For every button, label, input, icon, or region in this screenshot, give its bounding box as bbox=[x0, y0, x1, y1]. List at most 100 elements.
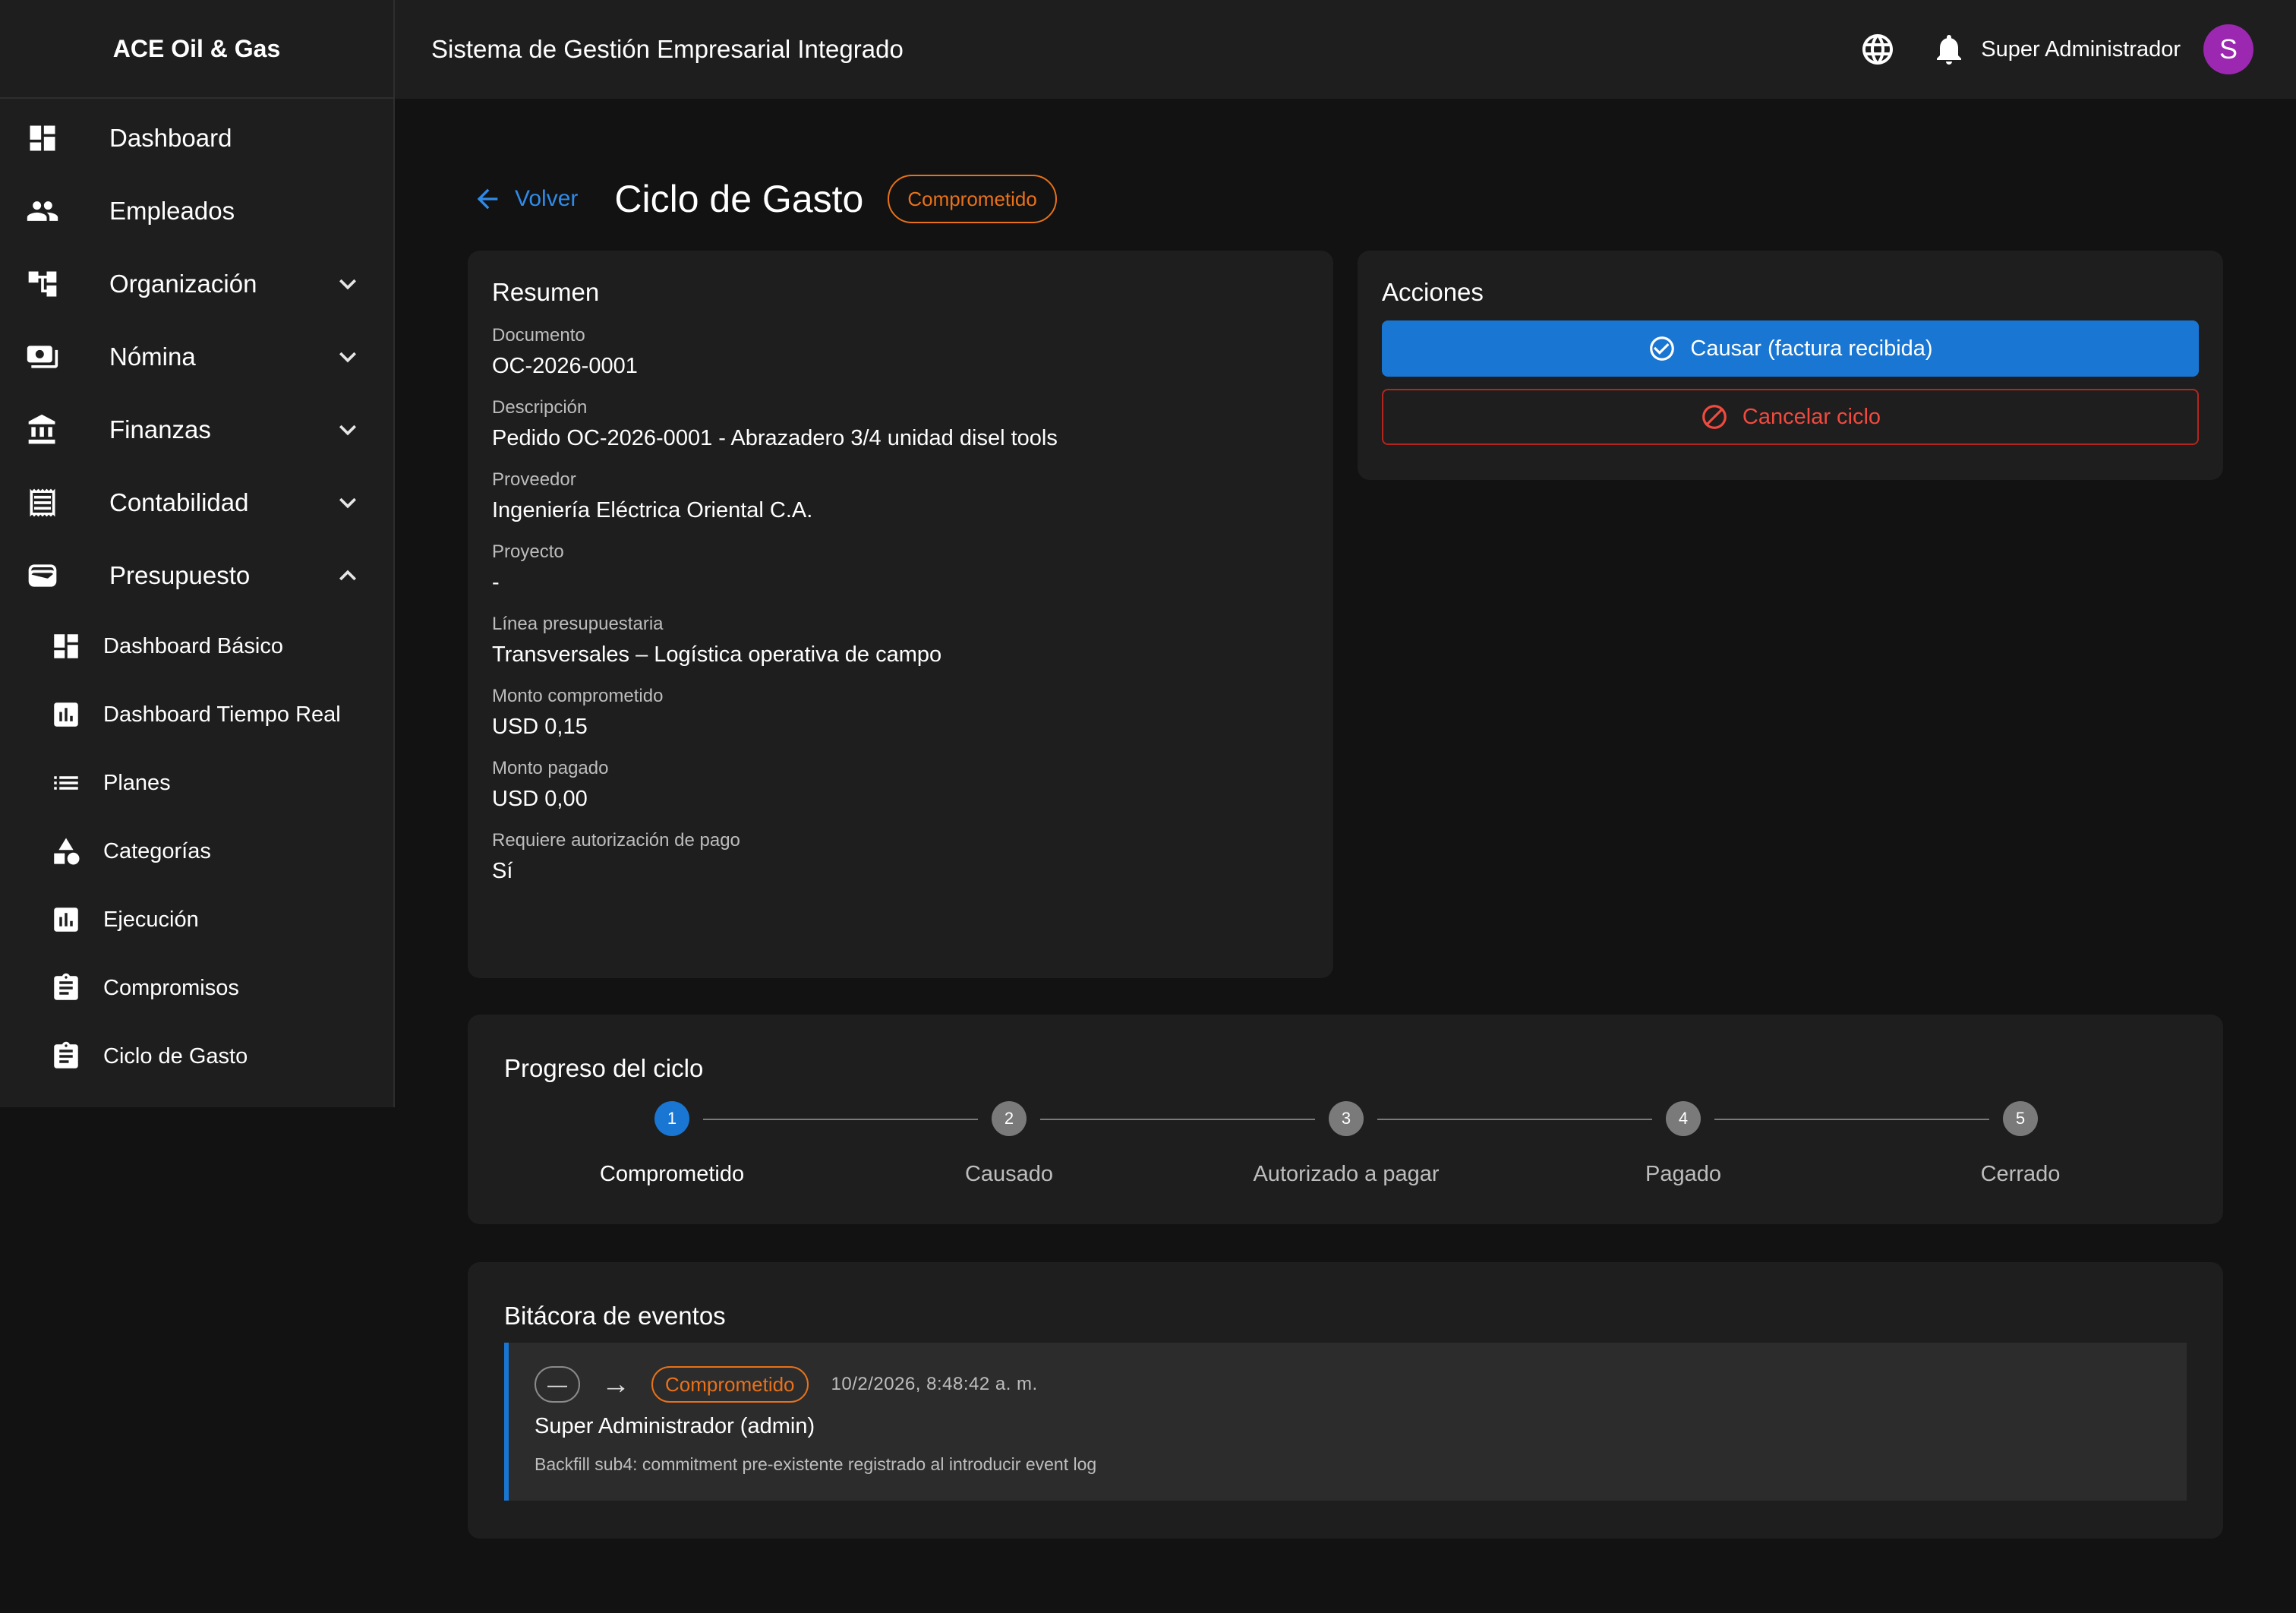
field-label: Línea presupuestaria bbox=[492, 614, 664, 634]
sidebar-item-label: Presupuesto bbox=[109, 561, 251, 589]
step-number: 1 bbox=[654, 1101, 689, 1136]
log-transition: — → Comprometido 10/2/2026, 8:48:42 a. m… bbox=[535, 1365, 2161, 1403]
sidebar-subitem-dashboard-basico[interactable]: Dashboard Básico bbox=[0, 612, 393, 680]
from-state-chip: — bbox=[535, 1366, 580, 1403]
field-descripcion: Descripción Pedido OC-2026-0001 - Abraza… bbox=[492, 397, 1309, 451]
check-circle-icon bbox=[1650, 336, 1675, 361]
step-causado: 2 Causado bbox=[895, 1101, 1123, 1187]
actions-title: Acciones bbox=[1382, 278, 1484, 306]
step-label: Comprometido bbox=[599, 1162, 745, 1186]
sidebar-item-label: Empleados bbox=[109, 197, 235, 225]
field-value: Sí bbox=[492, 859, 513, 883]
step-cerrado: 5 Cerrado bbox=[1906, 1101, 2134, 1187]
step-label: Pagado bbox=[1645, 1162, 1721, 1186]
arrow-back-icon bbox=[477, 188, 498, 210]
field-proveedor: Proveedor Ingeniería Eléctrica Oriental … bbox=[492, 469, 1309, 523]
org-tree-icon bbox=[28, 271, 57, 297]
step-number: 2 bbox=[992, 1101, 1027, 1136]
sidebar: ACE Oil & Gas Dashboard Empleados Organi… bbox=[0, 0, 395, 1107]
sidebar-item-organizacion[interactable]: Organización bbox=[0, 248, 393, 320]
step-number: 3 bbox=[1329, 1101, 1364, 1136]
sidebar-item-dashboard[interactable]: Dashboard bbox=[0, 102, 393, 175]
sidebar-item-presupuesto[interactable]: Presupuesto bbox=[0, 539, 393, 612]
people-icon bbox=[27, 201, 58, 221]
cancel-cycle-button[interactable]: Cancelar ciclo bbox=[1382, 389, 2199, 445]
progress-title: Progreso del ciclo bbox=[504, 1054, 704, 1082]
field-value: OC-2026-0001 bbox=[492, 354, 638, 378]
sidebar-subitem-ciclo-de-gasto[interactable]: Ciclo de Gasto bbox=[0, 1022, 393, 1091]
chevron-up-icon bbox=[339, 570, 356, 581]
field-monto-comprometido: Monto comprometido USD 0,15 bbox=[492, 686, 1309, 740]
field-proyecto: Proyecto - bbox=[492, 541, 1309, 595]
sidebar-item-label: Finanzas bbox=[109, 415, 211, 443]
field-value: Pedido OC-2026-0001 - Abrazadero 3/4 uni… bbox=[492, 426, 1058, 450]
sidebar-subitem-planes[interactable]: Planes bbox=[0, 749, 393, 817]
step-autorizado: 3 Autorizado a pagar bbox=[1232, 1101, 1460, 1187]
sidebar-subitem-label: Compromisos bbox=[103, 975, 239, 1000]
user-name: Super Administrador bbox=[1981, 36, 2181, 62]
back-button[interactable]: Volver bbox=[472, 184, 578, 214]
sidebar-subitem-categorias[interactable]: Categorías bbox=[0, 817, 393, 885]
step-label: Causado bbox=[964, 1162, 1054, 1186]
to-state-chip: Comprometido bbox=[651, 1366, 809, 1403]
sidebar-item-nomina[interactable]: Nómina bbox=[0, 320, 393, 393]
sidebar-subitem-label: Dashboard Tiempo Real bbox=[103, 702, 341, 727]
field-linea-presupuestaria: Línea presupuestaria Transversales – Log… bbox=[492, 614, 1309, 668]
block-icon bbox=[1702, 405, 1727, 429]
field-value: Transversales – Logística operativa de c… bbox=[492, 642, 942, 667]
app-title: Sistema de Gestión Empresarial Integrado bbox=[431, 35, 904, 63]
page-header: Volver Ciclo de Gasto Comprometido bbox=[472, 169, 1057, 229]
log-timestamp: 10/2/2026, 8:48:42 a. m. bbox=[831, 1374, 1038, 1394]
sidebar-item-empleados[interactable]: Empleados bbox=[0, 175, 393, 248]
summary-title: Resumen bbox=[492, 278, 600, 306]
field-value: - bbox=[492, 570, 500, 595]
step-comprometido: 1 Comprometido bbox=[558, 1101, 786, 1187]
top-app-bar: Sistema de Gestión Empresarial Integrado… bbox=[395, 0, 2296, 99]
sidebar-subitem-ejecucion[interactable]: Ejecución bbox=[0, 885, 393, 954]
field-documento: Documento OC-2026-0001 bbox=[492, 325, 1309, 379]
field-value: USD 0,00 bbox=[492, 787, 588, 811]
clipboard-icon bbox=[54, 1041, 78, 1068]
chevron-down-icon bbox=[339, 352, 356, 363]
dashboard-icon bbox=[54, 634, 78, 658]
chevron-down-icon bbox=[339, 279, 356, 290]
step-number: 4 bbox=[1666, 1101, 1701, 1136]
field-requiere-autorizacion: Requiere autorización de pago Sí bbox=[492, 830, 1309, 884]
sidebar-subitem-compromisos[interactable]: Compromisos bbox=[0, 954, 393, 1022]
event-log-title: Bitácora de eventos bbox=[504, 1302, 726, 1330]
sidebar-item-finanzas[interactable]: Finanzas bbox=[0, 393, 393, 466]
page-title: Ciclo de Gasto bbox=[614, 178, 864, 220]
bar-chart-icon bbox=[54, 908, 78, 932]
bank-icon bbox=[28, 414, 55, 444]
log-entry: — → Comprometido 10/2/2026, 8:48:42 a. m… bbox=[504, 1343, 2187, 1501]
arrow-right-icon: → bbox=[601, 1368, 630, 1400]
brand-logo-text: ACE Oil & Gas bbox=[0, 0, 393, 99]
sidebar-subitem-label: Ciclo de Gasto bbox=[103, 1043, 248, 1068]
summary-card: Resumen Documento OC-2026-0001 Descripci… bbox=[468, 251, 1333, 978]
field-monto-pagado: Monto pagado USD 0,00 bbox=[492, 758, 1309, 812]
chevron-down-icon bbox=[339, 425, 356, 436]
event-log-card: Bitácora de eventos — → Comprometido 10/… bbox=[468, 1262, 2223, 1539]
stepper: 1 Comprometido 2 Causado 3 Autorizado a … bbox=[504, 1101, 2187, 1215]
causar-button-label: Causar (factura recibida) bbox=[1690, 336, 1933, 361]
sidebar-nav: Dashboard Empleados Organización Nómina … bbox=[0, 99, 393, 1091]
sidebar-subitem-dashboard-tiempo-real[interactable]: Dashboard Tiempo Real bbox=[0, 680, 393, 749]
step-label: Cerrado bbox=[1980, 1162, 2061, 1186]
progress-card: Progreso del ciclo 1 Comprometido 2 Caus… bbox=[468, 1015, 2223, 1224]
field-label: Descripción bbox=[492, 397, 588, 418]
avatar[interactable]: S bbox=[2203, 24, 2253, 74]
field-label: Monto comprometido bbox=[492, 686, 664, 706]
field-label: Documento bbox=[492, 325, 585, 346]
bell-icon[interactable] bbox=[1931, 31, 1967, 68]
sidebar-item-contabilidad[interactable]: Contabilidad bbox=[0, 466, 393, 539]
list-icon bbox=[54, 776, 78, 790]
globe-icon[interactable] bbox=[1859, 31, 1896, 68]
causar-button[interactable]: Causar (factura recibida) bbox=[1382, 320, 2199, 377]
step-pagado: 4 Pagado bbox=[1569, 1101, 1797, 1187]
sidebar-item-label: Nómina bbox=[109, 342, 196, 371]
step-number: 5 bbox=[2003, 1101, 2038, 1136]
receipt-icon bbox=[30, 488, 55, 517]
dashboard-icon bbox=[30, 125, 55, 151]
status-badge: Comprometido bbox=[888, 175, 1057, 223]
field-value: USD 0,15 bbox=[492, 715, 588, 739]
